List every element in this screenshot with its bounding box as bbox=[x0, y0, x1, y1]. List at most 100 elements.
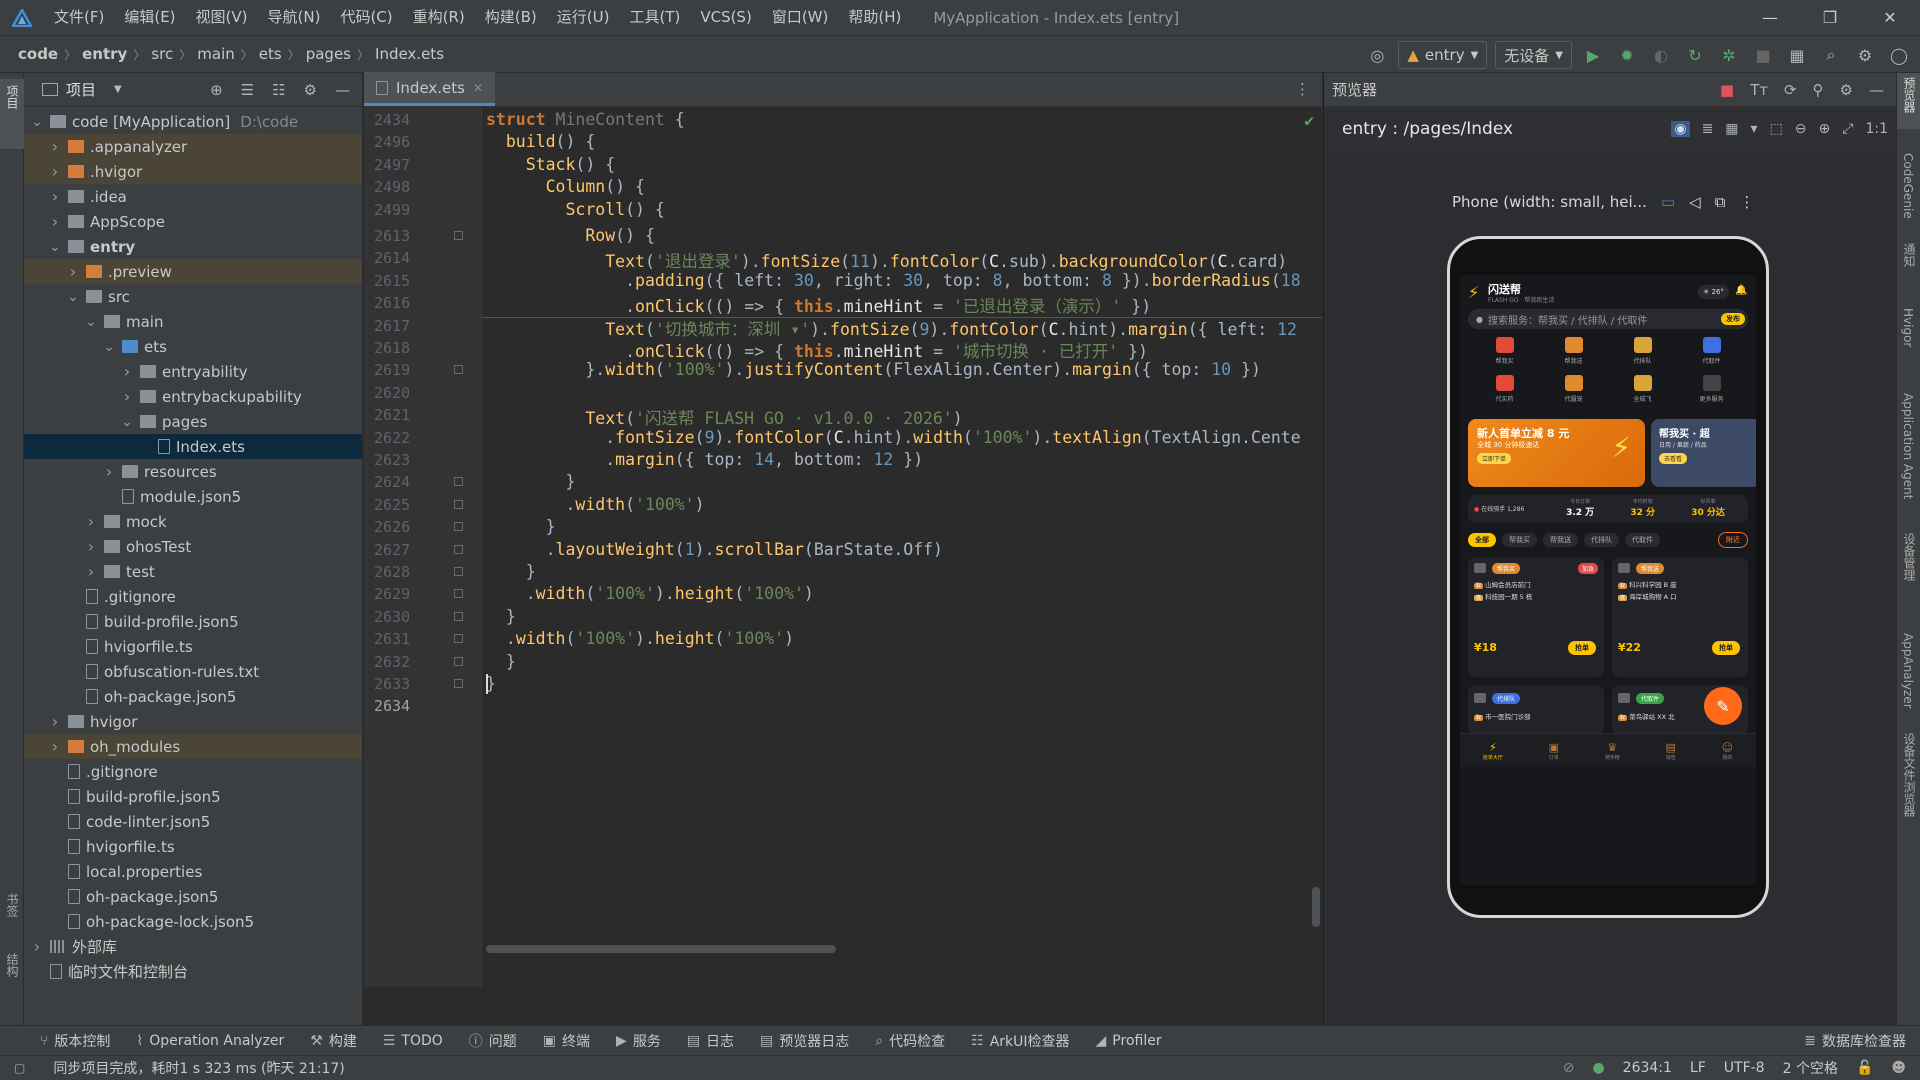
settings-icon[interactable]: ⚙ bbox=[1852, 42, 1878, 68]
stop-preview-icon[interactable]: ■ bbox=[1720, 81, 1734, 99]
tool-window-button[interactable]: ≣ 数据库检查器 bbox=[1804, 1031, 1920, 1051]
tree-item[interactable]: build-profile.json5 bbox=[24, 784, 362, 809]
fold-marker-icon[interactable] bbox=[454, 634, 463, 644]
code-line[interactable]: Text('退出登录').fontSize(11).fontColor(C.su… bbox=[486, 248, 1287, 272]
apply-changes-icon[interactable]: ↻ bbox=[1682, 42, 1708, 68]
account-icon[interactable]: ◯ bbox=[1886, 42, 1912, 68]
publish-chip[interactable]: 发布 bbox=[1721, 313, 1745, 325]
chevron-down-icon[interactable]: ⌄ bbox=[48, 239, 62, 255]
code-line[interactable]: } bbox=[486, 562, 536, 581]
zoom-in-icon[interactable]: ⊕ bbox=[1819, 121, 1831, 137]
stripe-tab[interactable]: CodeGenie bbox=[1901, 153, 1915, 219]
font-size-icon[interactable]: Tт bbox=[1750, 81, 1768, 99]
tool-window-button[interactable]: ⌇ Operation Analyzer bbox=[136, 1033, 284, 1049]
chevron-right-icon[interactable]: › bbox=[48, 737, 62, 756]
app-tab[interactable]: ♛ 骑手榜 bbox=[1605, 741, 1620, 761]
fold-marker-icon[interactable] bbox=[454, 477, 463, 487]
chevron-down-icon[interactable]: ⌄ bbox=[30, 114, 44, 130]
stripe-project-tab[interactable]: 项目 bbox=[4, 85, 21, 109]
tree-item[interactable]: .gitignore bbox=[24, 759, 362, 784]
tree-item[interactable]: oh-package.json5 bbox=[24, 884, 362, 909]
code-line[interactable]: } bbox=[486, 607, 516, 626]
menu-item[interactable]: 窗口(W) bbox=[762, 0, 839, 35]
code-line[interactable]: .width('100%').height('100%') bbox=[486, 629, 794, 648]
service-item[interactable]: 代排队 bbox=[1618, 337, 1668, 371]
chevron-right-icon[interactable]: › bbox=[48, 187, 62, 206]
layers-icon[interactable]: ≣ bbox=[1702, 121, 1714, 137]
code-line[interactable]: }.width('100%').justifyContent(FlexAlign… bbox=[486, 360, 1261, 379]
tool-window-button[interactable]: ⌕ 代码检查 bbox=[875, 1031, 945, 1051]
tree-item[interactable]: Index.ets bbox=[24, 434, 362, 459]
app-tab[interactable]: ▣ 订单 bbox=[1549, 741, 1559, 761]
tree-item[interactable]: › AppScope bbox=[24, 209, 362, 234]
status-ok-icon[interactable]: ● bbox=[1592, 1060, 1604, 1076]
tree-item[interactable]: › oh_modules bbox=[24, 734, 362, 759]
service-item[interactable]: 代遛宠 bbox=[1549, 375, 1599, 409]
promo2-button[interactable]: 去看看 bbox=[1659, 453, 1688, 464]
tree-item[interactable]: ⌄ entry bbox=[24, 234, 362, 259]
tree-item[interactable]: › entryability bbox=[24, 359, 362, 384]
tree-item[interactable]: › 外部库 bbox=[24, 934, 362, 959]
menu-item[interactable]: 文件(F) bbox=[44, 0, 114, 35]
stripe-tab[interactable]: 设备管理 bbox=[1901, 533, 1918, 581]
phone-screen[interactable]: ⚡ 闪送帮 FLASH GO · 帮我跑生活 ☀ 26° 🔔 ● 搜索服务：帮我… bbox=[1460, 275, 1756, 885]
hide-preview-icon[interactable]: — bbox=[1869, 81, 1884, 99]
menu-item[interactable]: 运行(U) bbox=[547, 0, 620, 35]
cursor-position[interactable]: 2634:1 bbox=[1623, 1060, 1672, 1076]
breadcrumb-item[interactable]: ets bbox=[255, 45, 286, 63]
close-button[interactable]: ✕ bbox=[1860, 0, 1920, 35]
target-icon[interactable]: ◎ bbox=[1364, 42, 1390, 68]
tree-item[interactable]: .gitignore bbox=[24, 584, 362, 609]
grab-order-button[interactable]: 抢单 bbox=[1712, 641, 1740, 655]
tree-item[interactable]: hvigorfile.ts bbox=[24, 834, 362, 859]
tree-item[interactable]: ⌄ ets bbox=[24, 334, 362, 359]
breadcrumb-item[interactable]: entry bbox=[78, 45, 131, 63]
breadcrumb-item[interactable]: main bbox=[193, 45, 238, 63]
indent-setting[interactable]: 2 个空格 bbox=[1783, 1058, 1838, 1078]
zoom-out-icon[interactable]: ⊖ bbox=[1795, 121, 1807, 137]
dropdown-icon[interactable]: ▾ bbox=[1751, 121, 1758, 137]
service-item[interactable]: 帮我买 bbox=[1480, 337, 1530, 371]
tool-window-button[interactable]: ◢ Profiler bbox=[1096, 1033, 1162, 1049]
tool-window-button[interactable]: ⑂ 版本控制 bbox=[40, 1031, 110, 1051]
app-tab[interactable]: ⚡ 抢单大厅 bbox=[1483, 741, 1503, 761]
profile-icon[interactable]: ◐ bbox=[1648, 42, 1674, 68]
expand-all-icon[interactable]: ☰ bbox=[241, 81, 254, 99]
chevron-right-icon[interactable]: › bbox=[84, 562, 98, 581]
code-line[interactable]: Scroll() { bbox=[486, 200, 664, 219]
floating-publish-button[interactable]: ✎ bbox=[1704, 687, 1742, 725]
tree-item[interactable]: ⌄ pages bbox=[24, 409, 362, 434]
project-panel-title[interactable]: 项目 bbox=[66, 79, 96, 100]
line-separator[interactable]: LF bbox=[1690, 1060, 1706, 1076]
chevron-right-icon[interactable]: › bbox=[48, 137, 62, 156]
chevron-right-icon[interactable]: › bbox=[66, 262, 80, 281]
no-edit-icon[interactable]: ⊘ bbox=[1563, 1060, 1575, 1076]
preview-mode-icon[interactable]: ◉ bbox=[1671, 121, 1690, 137]
stripe-tab[interactable]: 设备文件浏览器 bbox=[1901, 733, 1918, 817]
fold-marker-icon[interactable] bbox=[454, 679, 463, 688]
promo-card[interactable]: 新人首单立减 8 元 全城 30 分钟极速达 立即下单 ⚡ bbox=[1468, 419, 1645, 487]
tree-item[interactable]: › resources bbox=[24, 459, 362, 484]
code-line[interactable]: } bbox=[486, 652, 516, 671]
fold-marker-icon[interactable] bbox=[454, 522, 463, 532]
filter-chip[interactable]: 代取件 bbox=[1625, 533, 1660, 547]
service-item[interactable]: 代取件 bbox=[1687, 337, 1737, 371]
stripe-tab[interactable]: 通知 bbox=[1901, 243, 1918, 267]
tool-window-button[interactable]: ☷ ArkUI检查器 bbox=[971, 1031, 1069, 1051]
menu-item[interactable]: VCS(S) bbox=[690, 0, 761, 35]
menu-item[interactable]: 编辑(E) bbox=[114, 0, 185, 35]
menu-item[interactable]: 视图(V) bbox=[186, 0, 258, 35]
chevron-right-icon[interactable]: › bbox=[48, 162, 62, 181]
file-encoding[interactable]: UTF-8 bbox=[1724, 1060, 1765, 1076]
code-line[interactable]: .fontSize(9).fontColor(C.hint).width('10… bbox=[486, 428, 1300, 447]
tree-item[interactable]: module.json5 bbox=[24, 484, 362, 509]
breadcrumb-item[interactable]: src bbox=[147, 45, 177, 63]
tree-item[interactable]: › .preview bbox=[24, 259, 362, 284]
code-line[interactable]: Text('切换城市：深圳 ▾').fontSize(9).fontColor(… bbox=[486, 316, 1297, 340]
code-line[interactable]: .width('100%').height('100%') bbox=[486, 584, 814, 603]
order-card[interactable]: 代排队取 市一医院门诊部 bbox=[1468, 685, 1604, 735]
code-area[interactable]: 2434 2496 2497 2498 2499 2613 2614 2615 2616 2617… bbox=[364, 107, 1322, 987]
fold-marker-icon[interactable] bbox=[454, 499, 463, 509]
device-label[interactable]: Phone (width: small, hei... bbox=[1452, 193, 1647, 211]
fit-icon[interactable]: ⬚ bbox=[1770, 121, 1783, 137]
